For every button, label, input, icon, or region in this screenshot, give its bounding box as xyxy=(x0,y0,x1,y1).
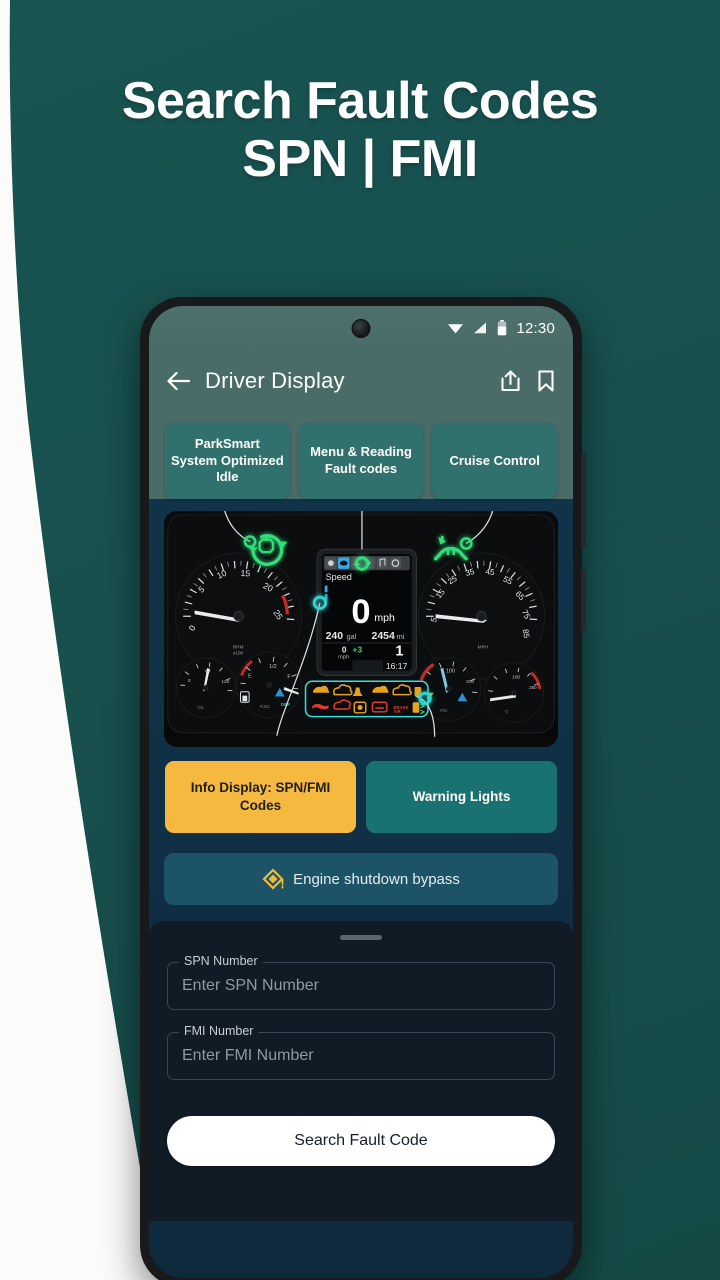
warning-diamond-icon xyxy=(262,868,284,890)
power-button[interactable] xyxy=(581,569,586,631)
callout-card-row: Info Display: SPN/FMI Codes Warning Ligh… xyxy=(149,747,573,833)
spn-field-group: SPN Number xyxy=(167,954,555,1010)
svg-text:0: 0 xyxy=(342,646,347,655)
svg-text:F: F xyxy=(287,674,290,680)
status-bar-indicators: 12:30 xyxy=(447,320,555,337)
svg-text:mph: mph xyxy=(338,654,349,660)
phone-mockup: 12:30 Driver Display ParkSmart System Op… xyxy=(140,297,586,1280)
fmi-field-group: FMI Number xyxy=(167,1024,555,1080)
status-bar-clock: 12:30 xyxy=(516,319,555,337)
callout-warning-lights[interactable]: Warning Lights xyxy=(366,761,557,833)
svg-text:x100: x100 xyxy=(233,650,244,656)
callout-info-display[interactable]: Info Display: SPN/FMI Codes xyxy=(165,761,356,833)
svg-text:+3: +3 xyxy=(352,645,362,655)
svg-text:0: 0 xyxy=(351,593,370,631)
headline-line-1: Search Fault Codes xyxy=(121,72,599,130)
phone-screen: 12:30 Driver Display ParkSmart System Op… xyxy=(149,306,573,1278)
fmi-input[interactable] xyxy=(167,1032,555,1080)
cellular-signal-icon xyxy=(474,322,487,334)
svg-text:mi: mi xyxy=(396,632,404,641)
svg-text:2454: 2454 xyxy=(372,630,396,642)
svg-text:Speed: Speed xyxy=(326,572,352,582)
feature-chip-row: ParkSmart System Optimized Idle Menu & R… xyxy=(149,412,573,499)
svg-text:0: 0 xyxy=(188,678,191,684)
svg-text:°F: °F xyxy=(504,710,509,715)
svg-text:mph: mph xyxy=(374,612,395,624)
battery-icon xyxy=(498,320,507,336)
dashboard-illustration: 0 5 10 15 20 25 RPM x100 0 120 OIL E 1/2… xyxy=(164,511,558,747)
chip-parksmart[interactable]: ParkSmart System Optimized Idle xyxy=(165,423,290,499)
back-arrow-icon[interactable] xyxy=(166,370,191,392)
svg-text:MPH: MPH xyxy=(478,645,489,651)
svg-text:gal: gal xyxy=(347,633,357,641)
bypass-label: Engine shutdown bypass xyxy=(293,870,460,888)
engine-shutdown-bypass-bar[interactable]: Engine shutdown bypass xyxy=(164,853,558,905)
spn-label: SPN Number xyxy=(179,954,263,968)
svg-text:AIR: AIR xyxy=(394,709,401,714)
app-bar-title: Driver Display xyxy=(205,368,345,393)
svg-text:200: 200 xyxy=(466,679,474,685)
svg-text:100: 100 xyxy=(446,669,455,675)
wifi-icon xyxy=(448,324,464,334)
svg-text:16:17: 16:17 xyxy=(386,661,408,671)
chip-menu-fault-codes[interactable]: Menu & Reading Fault codes xyxy=(298,423,424,499)
svg-text:E: E xyxy=(248,673,252,679)
volume-button[interactable] xyxy=(581,452,586,548)
svg-text:15: 15 xyxy=(240,568,250,578)
svg-text:1/2: 1/2 xyxy=(269,664,276,670)
svg-text:120: 120 xyxy=(221,679,229,685)
sheet-drag-handle[interactable] xyxy=(340,935,382,940)
fmi-label: FMI Number xyxy=(179,1024,259,1038)
front-camera-punchhole xyxy=(351,319,371,338)
svg-text:PSI: PSI xyxy=(440,708,447,713)
svg-text:45: 45 xyxy=(485,567,495,577)
screen-content[interactable]: ParkSmart System Optimized Idle Menu & R… xyxy=(149,412,573,1278)
svg-text:FUEL: FUEL xyxy=(260,704,271,709)
search-bottom-sheet: SPN Number FMI Number Search Fault Code xyxy=(149,921,573,1221)
chip-cruise-control[interactable]: Cruise Control xyxy=(432,423,558,499)
svg-text:240: 240 xyxy=(326,630,344,642)
svg-text:OIL: OIL xyxy=(197,705,204,710)
svg-text:1: 1 xyxy=(395,643,403,659)
svg-text:100: 100 xyxy=(512,674,520,680)
search-fault-code-button[interactable]: Search Fault Code xyxy=(167,1116,555,1166)
svg-text:250: 250 xyxy=(529,685,537,690)
spn-input[interactable] xyxy=(167,962,555,1010)
status-bar: 12:30 xyxy=(149,306,573,350)
bookmark-icon[interactable] xyxy=(536,369,556,393)
svg-text:RPM: RPM xyxy=(233,645,244,651)
page-title: Search Fault Codes SPN | FMI xyxy=(0,72,720,188)
app-bar: Driver Display xyxy=(149,350,573,412)
headline-line-2: SPN | FMI xyxy=(242,130,478,189)
share-icon[interactable] xyxy=(499,369,522,393)
